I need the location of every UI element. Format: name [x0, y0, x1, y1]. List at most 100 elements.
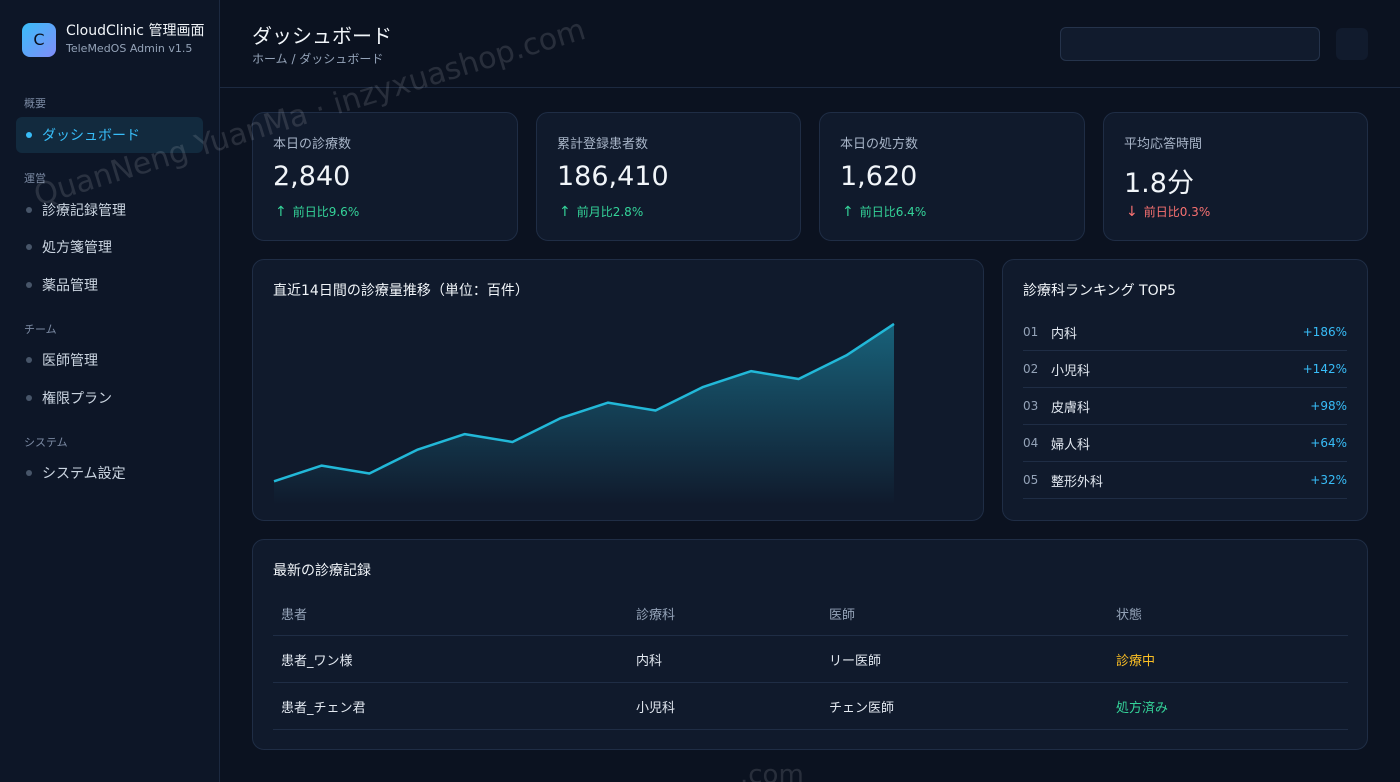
- records-title: 最新の診療記録: [273, 563, 371, 579]
- rank-percent: +98%: [1310, 399, 1347, 413]
- chart-point-8[interactable]: [605, 400, 611, 406]
- active-dot-icon: [26, 132, 32, 138]
- ranking-title: 診療科ランキング TOP5: [1023, 283, 1176, 299]
- ranking-row[interactable]: 02 小児科 +142%: [1023, 351, 1347, 388]
- brand[interactable]: C CloudClinic 管理画面 TeleMedOS Admin v1.5: [22, 22, 204, 57]
- rank-number: 02: [1023, 362, 1039, 376]
- sidebar-item-label: 薬品管理: [42, 278, 98, 294]
- brand-logo: C: [22, 22, 56, 57]
- stat-label: 本日の診療数: [273, 137, 352, 152]
- sidebar-item-label: システム設定: [42, 466, 126, 482]
- column-header-status[interactable]: 状態: [1116, 604, 1142, 623]
- table-divider: [273, 682, 1348, 683]
- rank-name: 婦人科: [1051, 437, 1091, 453]
- watermark-fragment: .com: [740, 760, 804, 782]
- rank-number: 01: [1023, 325, 1039, 339]
- dot-icon: [26, 244, 32, 250]
- ranking-row[interactable]: 03 皮膚科 +98%: [1023, 388, 1347, 425]
- nav-section-overview: 概要: [24, 97, 46, 110]
- rank-name: 内科: [1051, 326, 1078, 342]
- sidebar-item-permission-plans[interactable]: 権限プラン: [16, 380, 203, 416]
- dot-icon: [26, 395, 32, 401]
- sidebar-item-label: 権限プラン: [42, 391, 112, 407]
- table-divider: [273, 635, 1348, 636]
- cell-department: 内科: [636, 654, 663, 669]
- sidebar-item-label: 診療記録管理: [42, 203, 126, 219]
- chart-card: 直近14日間の診療量推移（単位：百件）: [252, 259, 984, 521]
- dot-icon: [26, 470, 32, 476]
- chart-point-6[interactable]: [509, 439, 515, 445]
- chart-point-9[interactable]: [653, 408, 659, 414]
- page-title: ダッシュボード: [252, 24, 392, 48]
- stat-label: 累計登録患者数: [557, 137, 649, 152]
- column-header-patient[interactable]: 患者: [281, 604, 307, 623]
- sidebar-item-dashboard[interactable]: ダッシュボード: [16, 117, 203, 153]
- stat-trend-text: 前日比0.3%: [1143, 205, 1211, 219]
- dot-icon: [26, 357, 32, 363]
- status-badge: 診療中: [1116, 654, 1156, 669]
- stat-value: 1,620: [840, 161, 918, 192]
- sidebar-item-doctors[interactable]: 医師管理: [16, 342, 203, 378]
- sidebar-item-system-settings[interactable]: システム設定: [16, 455, 203, 491]
- ranking-row[interactable]: 05 整形外科 +32%: [1023, 462, 1347, 499]
- sidebar-item-label: 医師管理: [42, 353, 98, 369]
- rank-percent: +64%: [1310, 436, 1347, 450]
- cell-patient: 患者_ワン様: [281, 654, 353, 669]
- chart-point-11[interactable]: [748, 368, 754, 374]
- chart-point-10[interactable]: [700, 384, 706, 390]
- stat-trend: ↑ 前月比2.8%: [559, 203, 643, 220]
- sidebar-item-prescriptions[interactable]: 処方箋管理: [16, 229, 203, 265]
- cell-doctor: チェン医師: [829, 701, 895, 716]
- cell-department: 小児科: [636, 701, 676, 716]
- stat-card-prescriptions-today: 本日の処方数 1,620 ↑ 前日比6.4%: [819, 112, 1085, 241]
- header-icon-button[interactable]: [1336, 28, 1368, 60]
- chart-point-2[interactable]: [319, 463, 325, 469]
- arrow-up-icon: ↑: [275, 203, 287, 220]
- chart-point-12[interactable]: [796, 376, 802, 382]
- stat-value: 2,840: [273, 161, 351, 192]
- nav-section-operations: 運営: [24, 172, 46, 185]
- rank-number: 05: [1023, 473, 1039, 487]
- ranking-row[interactable]: 01 内科 +186%: [1023, 314, 1347, 351]
- rank-percent: +186%: [1302, 325, 1347, 339]
- sidebar-item-medical-records[interactable]: 診療記録管理: [16, 192, 203, 228]
- ranking-row[interactable]: 04 婦人科 +64%: [1023, 425, 1347, 462]
- cell-doctor: リー医師: [829, 654, 882, 669]
- rank-name: 皮膚科: [1051, 400, 1091, 416]
- column-header-doctor[interactable]: 医師: [829, 604, 855, 623]
- chart-point-4[interactable]: [414, 447, 420, 453]
- stat-card-total-patients: 累計登録患者数 186,410 ↑ 前月比2.8%: [536, 112, 801, 241]
- stat-trend: ↑ 前日比6.4%: [842, 203, 926, 220]
- stat-trend-text: 前日比6.4%: [859, 205, 927, 219]
- rank-name: 小児科: [1051, 363, 1091, 379]
- breadcrumb[interactable]: ホーム / ダッシュボード: [252, 50, 383, 67]
- chart-point-14[interactable]: [891, 321, 897, 327]
- sidebar-item-label: ダッシュボード: [42, 128, 140, 144]
- arrow-up-icon: ↑: [559, 203, 571, 220]
- stat-card-visits-today: 本日の診療数 2,840 ↑ 前日比9.6%: [252, 112, 518, 241]
- sidebar-item-medicines[interactable]: 薬品管理: [16, 267, 203, 303]
- chart-point-7[interactable]: [557, 415, 563, 421]
- ranking-card: 診療科ランキング TOP5 01 内科 +186% 02 小児科 +142% 0…: [1002, 259, 1368, 521]
- rank-number: 03: [1023, 399, 1039, 413]
- arrow-down-icon: ↓: [1126, 203, 1138, 220]
- sidebar: C CloudClinic 管理画面 TeleMedOS Admin v1.5 …: [0, 0, 220, 782]
- chart-point-3[interactable]: [366, 470, 372, 476]
- sidebar-item-label: 処方箋管理: [42, 240, 112, 256]
- stat-card-avg-response: 平均応答時間 1.8分 ↓ 前日比0.3%: [1103, 112, 1368, 241]
- trend-chart: [271, 321, 897, 505]
- page-header: ダッシュボード ホーム / ダッシュボード: [220, 0, 1400, 88]
- chart-point-1[interactable]: [271, 478, 277, 484]
- brand-title: CloudClinic 管理画面: [66, 23, 205, 39]
- records-card: 最新の診療記録 患者 診療科 医師 状態 患者_ワン様 内科 リー医師 診療中 …: [252, 539, 1368, 750]
- stat-trend: ↓ 前日比0.3%: [1126, 203, 1210, 220]
- search-input[interactable]: [1060, 27, 1320, 61]
- rank-number: 04: [1023, 436, 1039, 450]
- column-header-department[interactable]: 診療科: [636, 604, 675, 623]
- rank-percent: +142%: [1302, 362, 1347, 376]
- stat-trend-text: 前日比9.6%: [292, 205, 360, 219]
- chart-point-5[interactable]: [462, 431, 468, 437]
- dot-icon: [26, 207, 32, 213]
- chart-area-fill: [274, 323, 894, 505]
- chart-point-13[interactable]: [843, 352, 849, 358]
